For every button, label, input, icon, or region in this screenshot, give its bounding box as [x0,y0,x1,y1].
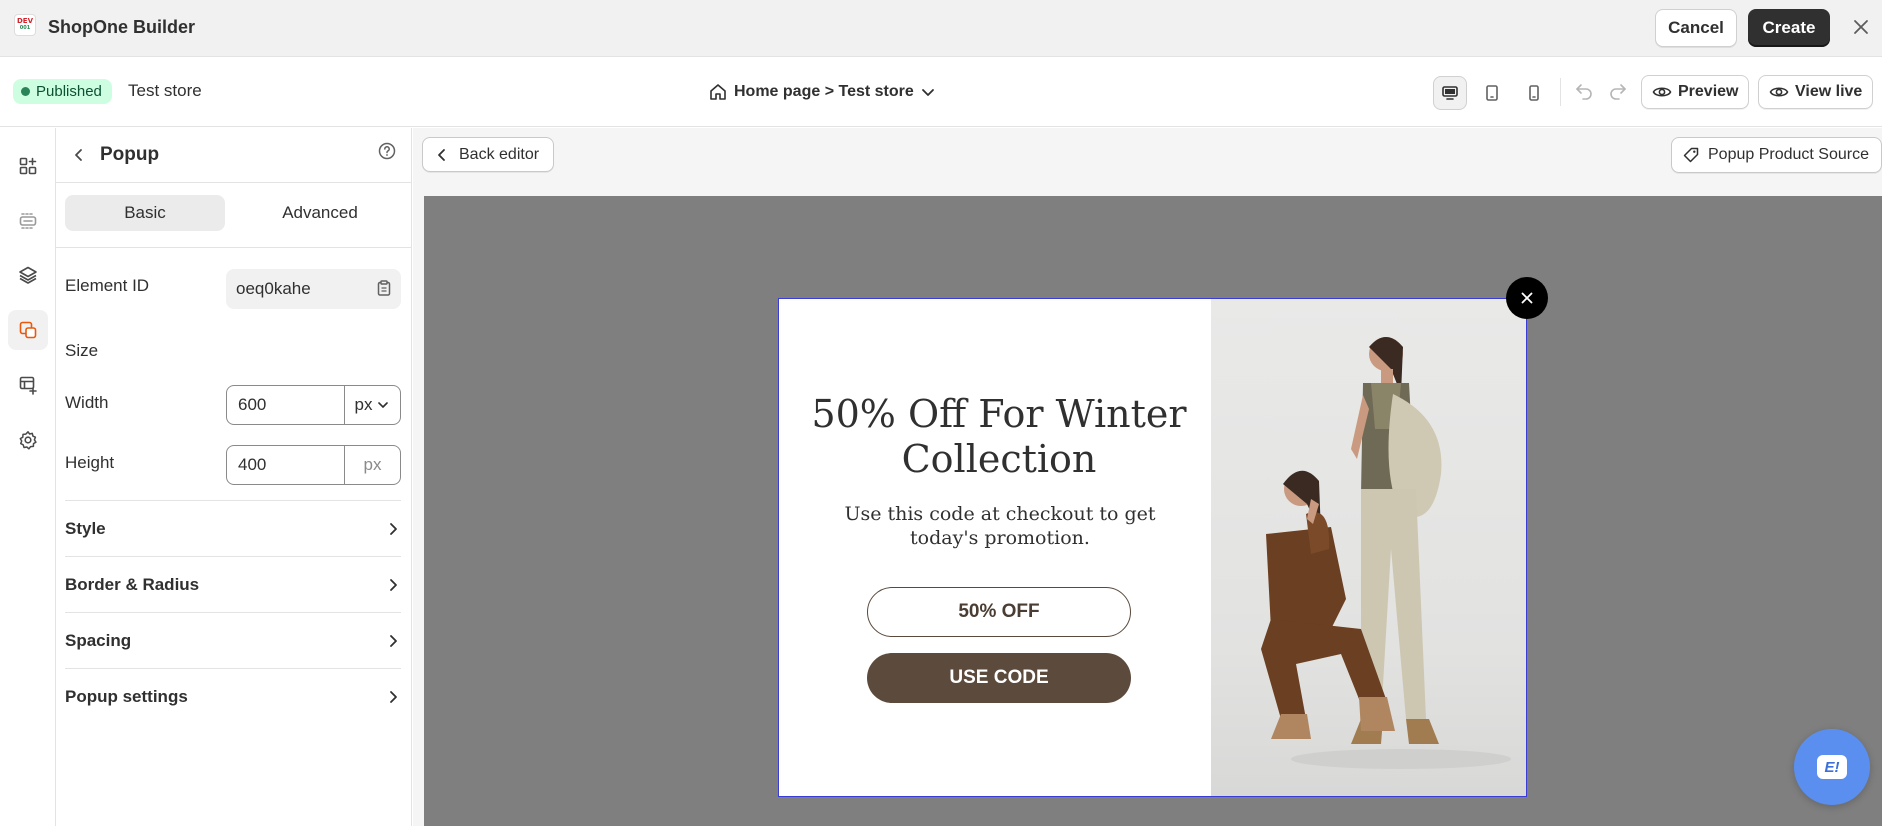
status-dot [21,87,30,96]
chevron-right-icon [385,633,401,649]
back-editor-label: Back editor [459,145,540,163]
gear-icon [18,430,38,450]
popup-content: 50% Off For Winter Collection Use this c… [779,299,1211,796]
height-input[interactable]: 400 [227,446,345,484]
top-bar: DEV 001 ShopOne Builder Cancel Create [0,0,1882,57]
tag-icon [1682,146,1700,164]
preview-label: Preview [1678,83,1739,100]
add-elements-icon [18,156,38,176]
redo-icon[interactable] [1607,80,1629,102]
section-style-label: Style [65,518,106,538]
chevron-right-icon [385,521,401,537]
tab-advanced[interactable]: Advanced [240,195,400,231]
page-toolbar [0,57,1882,127]
use-code-button[interactable]: USE CODE [867,653,1131,703]
chevron-right-icon [385,577,401,593]
section-popup-settings[interactable]: Popup settings [65,668,401,724]
height-label: Height [65,453,115,472]
panel-tabs: Basic Advanced [56,183,411,248]
logo-text-top: DEV [16,17,33,25]
logo-text-bottom: 001 [19,25,31,31]
section-style[interactable]: Style [65,500,401,556]
back-editor-button[interactable]: Back editor [422,137,555,172]
create-button[interactable]: Create [1748,9,1830,47]
view-live-button[interactable]: View live [1758,75,1874,109]
eye-icon [1769,82,1789,102]
width-input[interactable]: 600 [227,386,345,424]
chevron-left-icon [435,148,449,162]
mobile-icon [1525,84,1543,102]
settings-panel: Popup Basic Advanced Element ID oeq0kahe… [56,128,412,826]
element-id-value: oeq0kahe [236,279,311,298]
width-unit-label: px [354,395,373,414]
device-switcher [1433,76,1551,110]
element-id-field[interactable]: oeq0kahe [226,269,401,309]
chevron-right-icon [385,689,401,705]
close-icon[interactable] [1850,16,1872,38]
rail-item-popups[interactable] [8,310,48,350]
width-field: 600 px [226,385,401,425]
rail-item-elements[interactable] [8,146,48,186]
chevron-left-icon[interactable] [70,146,88,164]
tablet-view-button[interactable] [1475,76,1509,110]
chevron-down-icon [920,84,936,100]
section-border-radius[interactable]: Border & Radius [65,556,401,612]
help-icon[interactable] [377,141,397,161]
section-popup-settings-label: Popup settings [65,686,188,706]
rail-item-sections[interactable] [8,201,48,241]
undo-icon[interactable] [1573,80,1595,102]
popup-heading[interactable]: 50% Off For Winter Collection [799,392,1199,482]
chevron-down-icon [376,398,390,412]
width-label: Width [65,393,109,412]
rail-item-layers[interactable] [8,255,48,295]
size-label: Size [65,341,99,360]
product-source-label: Popup Product Source [1708,146,1869,163]
chat-button[interactable]: E! [1794,729,1870,805]
left-icon-rail [0,128,56,826]
coupon-code-button[interactable]: 50% OFF [867,587,1131,637]
popup-product-source-button[interactable]: Popup Product Source [1671,137,1882,173]
width-unit-select[interactable]: px [345,386,400,424]
popup-preview[interactable]: 50% Off For Winter Collection Use this c… [778,298,1527,797]
rail-item-templates[interactable] [8,365,48,405]
section-border-radius-label: Border & Radius [65,574,200,594]
panel-title: Popup [100,144,160,165]
page-selector[interactable]: Home page > Test store [708,80,936,104]
height-unit-label: px [363,455,382,474]
popup-image[interactable] [1211,299,1526,796]
view-live-label: View live [1795,83,1863,100]
app-title: ShopOne Builder [48,17,196,37]
sections-icon [18,211,38,231]
panel-header: Popup [56,128,411,183]
page-selector-label: Home page > Test store [734,83,914,100]
desktop-view-button[interactable] [1433,76,1467,110]
rail-item-settings[interactable] [8,420,48,460]
layers-icon [18,265,38,285]
popup-icon [18,320,38,340]
home-icon [708,82,728,102]
app-logo: DEV 001 [14,14,36,36]
tab-basic[interactable]: Basic [65,195,225,231]
section-spacing[interactable]: Spacing [65,612,401,668]
fashion-models-illustration [1261,337,1511,769]
preview-button[interactable]: Preview [1641,75,1750,109]
cancel-button[interactable]: Cancel [1655,9,1737,47]
element-id-label: Element ID [65,276,150,295]
add-template-icon [18,375,38,395]
mobile-view-button[interactable] [1517,76,1551,110]
popup-subtext[interactable]: Use this code at checkout to get today's… [819,502,1181,550]
desktop-icon [1441,84,1459,102]
close-icon [1519,290,1535,306]
store-name: Test store [128,81,202,100]
section-spacing-label: Spacing [65,630,132,650]
chat-bubble-icon: E! [1817,755,1847,779]
status-badge: Published [13,79,112,104]
toolbar-divider [1560,78,1561,106]
tablet-icon [1483,84,1501,102]
popup-close-button[interactable] [1506,277,1548,319]
height-field: 400 px [226,445,401,485]
status-label: Published [36,83,102,100]
eye-icon [1652,82,1672,102]
clipboard-icon[interactable] [375,279,393,297]
